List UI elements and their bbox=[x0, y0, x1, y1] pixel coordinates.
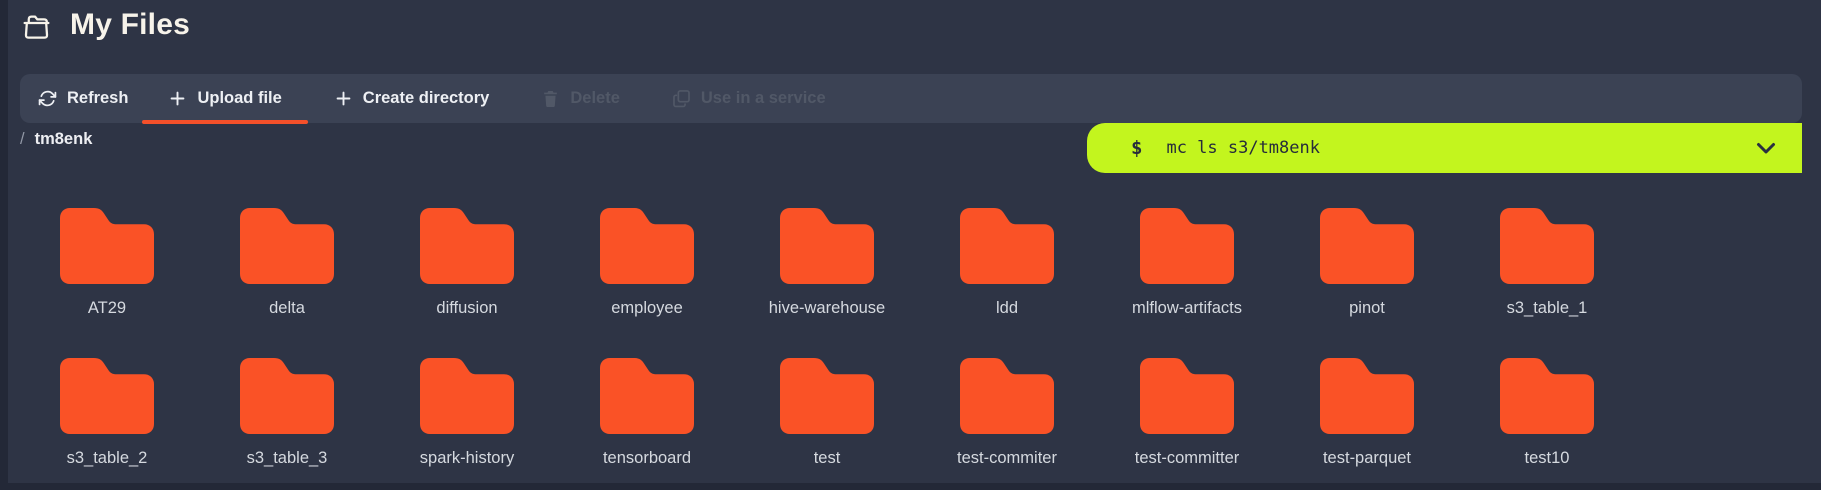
toolbar-button-create-directory[interactable]: Create directory bbox=[308, 74, 516, 123]
command-text: mc ls s3/tm8enk bbox=[1166, 138, 1320, 158]
folder-icon bbox=[1320, 208, 1414, 284]
breadcrumb-segment[interactable]: tm8enk bbox=[35, 130, 93, 149]
plus-icon bbox=[334, 89, 353, 108]
folder-name: tensorboard bbox=[603, 448, 691, 468]
folder-item[interactable]: s3_table_1 bbox=[1457, 208, 1637, 318]
folder-icon bbox=[960, 358, 1054, 434]
toolbar-button-label: Refresh bbox=[67, 89, 128, 108]
breadcrumb-root: / bbox=[20, 130, 25, 149]
trash-icon bbox=[541, 89, 560, 108]
folder-name: mlflow-artifacts bbox=[1132, 298, 1242, 318]
toolbar-button-label: Delete bbox=[570, 89, 620, 108]
folder-name: test-commiter bbox=[957, 448, 1057, 468]
toolbar-button-label: Create directory bbox=[363, 89, 490, 108]
breadcrumb: / tm8enk bbox=[20, 127, 92, 151]
folder-item[interactable]: hive-warehouse bbox=[737, 208, 917, 318]
folder-name: employee bbox=[611, 298, 683, 318]
folder-item[interactable]: s3_table_3 bbox=[197, 358, 377, 468]
command-prompt: $ bbox=[1131, 137, 1142, 159]
folder-icon bbox=[420, 358, 514, 434]
folder-item[interactable]: s3_table_2 bbox=[17, 358, 197, 468]
folder-icon bbox=[1140, 208, 1234, 284]
folder-item[interactable]: employee bbox=[557, 208, 737, 318]
folder-name: ldd bbox=[996, 298, 1018, 318]
folder-icon bbox=[1500, 358, 1594, 434]
folder-icon bbox=[240, 208, 334, 284]
folder-icon bbox=[780, 208, 874, 284]
folder-icon bbox=[1140, 358, 1234, 434]
folder-item[interactable]: spark-history bbox=[377, 358, 557, 468]
folder-item[interactable]: delta bbox=[197, 208, 377, 318]
folder-name: s3_table_3 bbox=[247, 448, 328, 468]
folder-name: s3_table_2 bbox=[67, 448, 148, 468]
plus-icon bbox=[168, 89, 187, 108]
page-title: My Files bbox=[70, 8, 190, 42]
refresh-icon bbox=[38, 89, 57, 108]
folder-icon bbox=[60, 208, 154, 284]
files-box-icon bbox=[20, 10, 53, 41]
folder-item[interactable]: pinot bbox=[1277, 208, 1457, 318]
command-bar[interactable]: $ mc ls s3/tm8enk bbox=[1087, 123, 1802, 173]
folder-icon bbox=[60, 358, 154, 434]
folder-grid: AT29 delta diffusion employee hive-warehouse… bbox=[17, 208, 1637, 468]
page-header: My Files bbox=[20, 8, 190, 42]
toolbar-button-upload-file[interactable]: Upload file bbox=[142, 74, 307, 123]
folder-item[interactable]: test bbox=[737, 358, 917, 468]
folder-name: test-parquet bbox=[1323, 448, 1411, 468]
folder-name: diffusion bbox=[436, 298, 497, 318]
folder-name: hive-warehouse bbox=[769, 298, 885, 318]
folder-icon bbox=[960, 208, 1054, 284]
folder-item[interactable]: ldd bbox=[917, 208, 1097, 318]
folder-icon bbox=[600, 208, 694, 284]
toolbar-button-use-in-a-service: Use in a service bbox=[646, 74, 852, 123]
folder-name: spark-history bbox=[420, 448, 514, 468]
folder-name: test-committer bbox=[1135, 448, 1240, 468]
folder-name: test bbox=[814, 448, 841, 468]
toolbar: Refresh Upload file Create directory Delete… bbox=[20, 74, 1802, 123]
toolbar-button-label: Upload file bbox=[197, 89, 281, 108]
folder-name: s3_table_1 bbox=[1507, 298, 1588, 318]
toolbar-button-delete: Delete bbox=[515, 74, 646, 123]
folder-name: AT29 bbox=[88, 298, 126, 318]
folder-icon bbox=[600, 358, 694, 434]
folder-item[interactable]: AT29 bbox=[17, 208, 197, 318]
folder-name: delta bbox=[269, 298, 305, 318]
folder-icon bbox=[420, 208, 514, 284]
copy-icon bbox=[672, 89, 691, 108]
toolbar-button-label: Use in a service bbox=[701, 89, 826, 108]
folder-item[interactable]: mlflow-artifacts bbox=[1097, 208, 1277, 318]
toolbar-button-refresh[interactable]: Refresh bbox=[24, 74, 142, 123]
chevron-down-icon[interactable] bbox=[1756, 142, 1776, 155]
folder-item[interactable]: test-commiter bbox=[917, 358, 1097, 468]
folder-icon bbox=[1320, 358, 1414, 434]
folder-item[interactable]: test-committer bbox=[1097, 358, 1277, 468]
folder-icon bbox=[240, 358, 334, 434]
folder-icon bbox=[780, 358, 874, 434]
folder-name: test10 bbox=[1525, 448, 1570, 468]
folder-icon bbox=[1500, 208, 1594, 284]
folder-item[interactable]: test10 bbox=[1457, 358, 1637, 468]
folder-item[interactable]: tensorboard bbox=[557, 358, 737, 468]
folder-name: pinot bbox=[1349, 298, 1385, 318]
folder-item[interactable]: diffusion bbox=[377, 208, 557, 318]
content-panel: My Files Refresh Upload file Create direct… bbox=[8, 0, 1821, 483]
folder-item[interactable]: test-parquet bbox=[1277, 358, 1457, 468]
